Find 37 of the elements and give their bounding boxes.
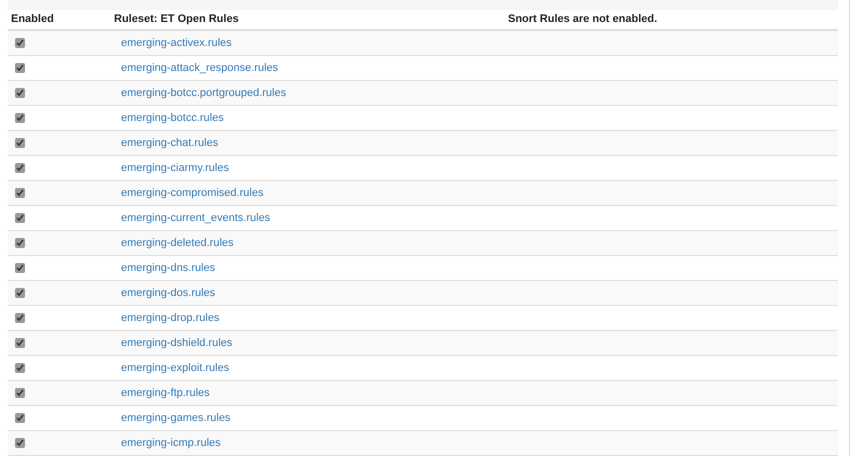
- enable-checkbox[interactable]: [15, 388, 25, 398]
- enable-checkbox[interactable]: [15, 238, 25, 248]
- ruleset-link[interactable]: emerging-deleted.rules: [121, 234, 234, 252]
- ruleset-link[interactable]: emerging-chat.rules: [121, 134, 218, 152]
- enable-checkbox[interactable]: [15, 413, 25, 423]
- ruleset-link[interactable]: emerging-botcc.rules: [121, 110, 224, 126]
- ruleset-link[interactable]: emerging-attack_response.rules: [121, 60, 278, 76]
- ruleset-link[interactable]: emerging-activex.rules: [121, 34, 232, 52]
- enable-checkbox[interactable]: [15, 263, 25, 273]
- enable-checkbox[interactable]: [15, 188, 25, 198]
- ruleset-link[interactable]: emerging-drop.rules: [121, 310, 220, 326]
- ruleset-link[interactable]: emerging-botcc.portgrouped.rules: [121, 84, 286, 102]
- enable-checkbox[interactable]: [15, 38, 25, 48]
- ruleset-link[interactable]: emerging-games.rules: [121, 410, 230, 426]
- enable-checkbox[interactable]: [15, 213, 25, 223]
- ruleset-link[interactable]: emerging-dshield.rules: [121, 334, 232, 352]
- enable-checkbox[interactable]: [15, 88, 25, 98]
- ruleset-link[interactable]: emerging-compromised.rules: [121, 184, 264, 202]
- ruleset-link[interactable]: emerging-current_events.rules: [121, 210, 270, 226]
- ruleset-link[interactable]: emerging-icmp.rules: [121, 434, 221, 452]
- column-header: Enabled: [10, 12, 55, 28]
- enable-checkbox[interactable]: [15, 338, 25, 348]
- ruleset-link[interactable]: emerging-exploit.rules: [121, 360, 230, 376]
- ruleset-link[interactable]: emerging-dos.rules: [121, 284, 216, 302]
- ruleset-link[interactable]: emerging-ciarmy.rules: [121, 160, 229, 176]
- enable-checkbox[interactable]: [15, 438, 25, 448]
- column-header: Snort Rules are not enabled.: [507, 12, 658, 28]
- enable-checkbox[interactable]: [15, 113, 25, 123]
- enable-checkbox[interactable]: [15, 313, 25, 323]
- enable-checkbox[interactable]: [15, 163, 25, 173]
- enable-checkbox[interactable]: [15, 63, 25, 73]
- enable-checkbox[interactable]: [15, 288, 25, 298]
- ruleset-link[interactable]: emerging-ftp.rules: [121, 384, 210, 402]
- enable-checkbox[interactable]: [15, 363, 25, 373]
- column-header: Ruleset: ET Open Rules: [113, 12, 240, 28]
- ruleset-link[interactable]: emerging-dns.rules: [121, 260, 216, 276]
- enable-checkbox[interactable]: [15, 138, 25, 148]
